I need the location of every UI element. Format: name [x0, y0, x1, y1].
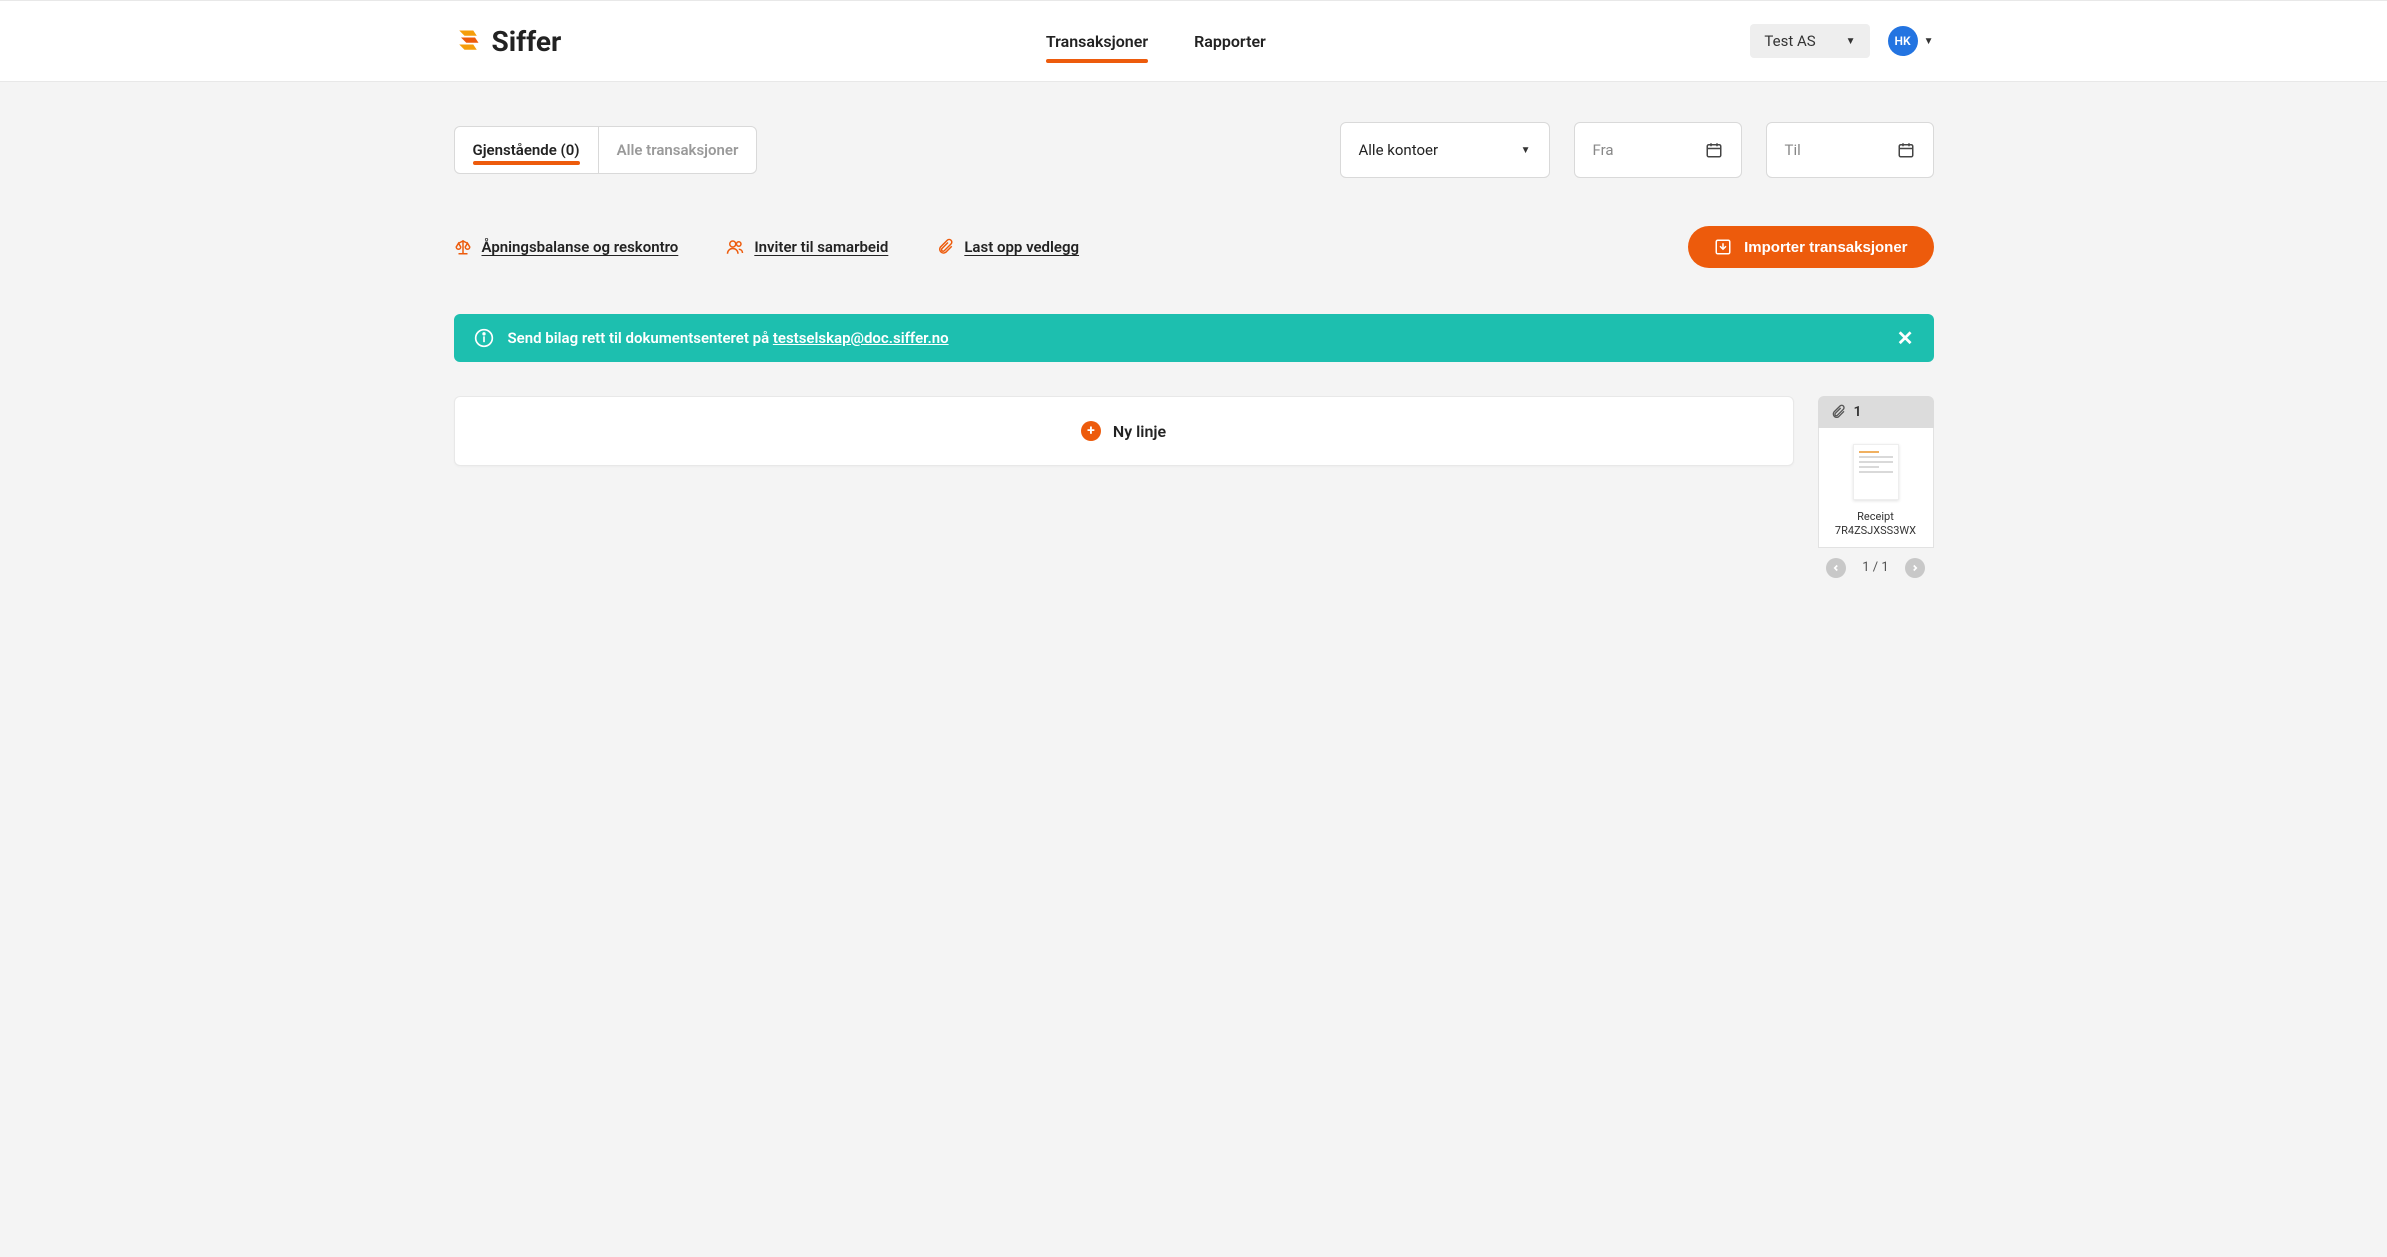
import-button-label: Importer transaksjoner — [1744, 239, 1907, 256]
date-from-placeholder: Fra — [1593, 141, 1614, 159]
users-icon — [726, 238, 744, 256]
filters-row: Gjenstående (0) Alle transaksjoner Alle … — [454, 122, 1934, 178]
attachments-header: 1 — [1818, 396, 1934, 428]
nav: Transaksjoner Rapporter — [1046, 1, 1266, 81]
link-upload-label: Last opp vedlegg — [964, 238, 1079, 256]
tab-all-label: Alle transaksjoner — [617, 141, 739, 159]
tabs: Gjenstående (0) Alle transaksjoner — [454, 126, 758, 174]
brand[interactable]: Siffer — [454, 25, 562, 58]
tab-all[interactable]: Alle transaksjoner — [598, 127, 757, 173]
plus-icon: + — [1081, 421, 1101, 441]
pager-prev-button[interactable] — [1826, 558, 1846, 578]
topbar-right: Test AS ▼ HK ▼ — [1750, 24, 1933, 58]
link-invite[interactable]: Inviter til samarbeid — [726, 238, 888, 256]
close-icon[interactable]: ✕ — [1897, 328, 1914, 348]
chevron-down-icon: ▼ — [1846, 36, 1856, 47]
topbar-inner: Siffer Transaksjoner Rapporter Test AS ▼… — [454, 1, 1934, 81]
date-to-placeholder: Til — [1785, 141, 1801, 159]
new-line-label: Ny linje — [1113, 422, 1166, 441]
import-transactions-button[interactable]: Importer transaksjoner — [1688, 226, 1933, 268]
link-opening-balance-label: Åpningsbalanse og reskontro — [482, 238, 679, 256]
date-from-input[interactable]: Fra — [1574, 122, 1742, 178]
tab-pending-label: Gjenstående (0) — [473, 141, 580, 159]
link-opening-balance[interactable]: Åpningsbalanse og reskontro — [454, 238, 679, 256]
attachments-count: 1 — [1854, 404, 1862, 420]
chevron-down-icon: ▼ — [1521, 145, 1531, 156]
company-select[interactable]: Test AS ▼ — [1750, 24, 1869, 58]
document-thumbnail-icon — [1853, 444, 1899, 500]
banner-email[interactable]: testselskap@doc.siffer.no — [773, 329, 949, 347]
attachment-item[interactable]: Receipt 7R4ZSJXSS3WX — [1818, 428, 1934, 548]
actions-row: Åpningsbalanse og reskontro Inviter til … — [454, 226, 1934, 268]
banner-text: Send bilag rett til dokumentsenteret på … — [508, 329, 949, 347]
attachment-name: Receipt 7R4ZSJXSS3WX — [1835, 510, 1916, 539]
info-icon — [474, 328, 494, 348]
pager-status: 1 / 1 — [1862, 560, 1888, 575]
scales-icon — [454, 238, 472, 256]
brand-name: Siffer — [492, 25, 562, 58]
info-banner: Send bilag rett til dokumentsenteret på … — [454, 314, 1934, 362]
link-upload[interactable]: Last opp vedlegg — [936, 238, 1079, 256]
avatar: HK — [1888, 26, 1918, 56]
new-line-button[interactable]: + Ny linje — [454, 396, 1794, 466]
banner-prefix: Send bilag rett til dokumentsenteret på — [508, 329, 773, 347]
nav-transactions[interactable]: Transaksjoner — [1046, 26, 1148, 57]
chevron-down-icon: ▼ — [1924, 36, 1934, 47]
paperclip-icon — [936, 238, 954, 256]
user-menu[interactable]: HK ▼ — [1888, 26, 1934, 56]
import-icon — [1714, 238, 1732, 256]
company-name: Test AS — [1764, 32, 1815, 50]
account-select[interactable]: Alle kontoer ▼ — [1340, 122, 1550, 178]
brand-logo-icon — [454, 27, 482, 55]
filters-right: Alle kontoer ▼ Fra Til — [1340, 122, 1934, 178]
account-select-label: Alle kontoer — [1359, 141, 1439, 159]
tab-pending[interactable]: Gjenstående (0) — [455, 127, 598, 173]
link-invite-label: Inviter til samarbeid — [754, 238, 888, 256]
main: Gjenstående (0) Alle transaksjoner Alle … — [454, 82, 1934, 578]
attachments-pager: 1 / 1 — [1818, 558, 1934, 578]
content-row: + Ny linje 1 — [454, 396, 1934, 578]
nav-reports[interactable]: Rapporter — [1194, 26, 1266, 57]
action-links: Åpningsbalanse og reskontro Inviter til … — [454, 238, 1080, 256]
attachments-panel: 1 Receipt 7R4ZSJXSS3WX 1 — [1818, 396, 1934, 578]
paperclip-icon — [1830, 404, 1846, 420]
topbar: Siffer Transaksjoner Rapporter Test AS ▼… — [0, 0, 2387, 82]
calendar-icon — [1897, 141, 1915, 159]
calendar-icon — [1705, 141, 1723, 159]
pager-next-button[interactable] — [1905, 558, 1925, 578]
date-to-input[interactable]: Til — [1766, 122, 1934, 178]
